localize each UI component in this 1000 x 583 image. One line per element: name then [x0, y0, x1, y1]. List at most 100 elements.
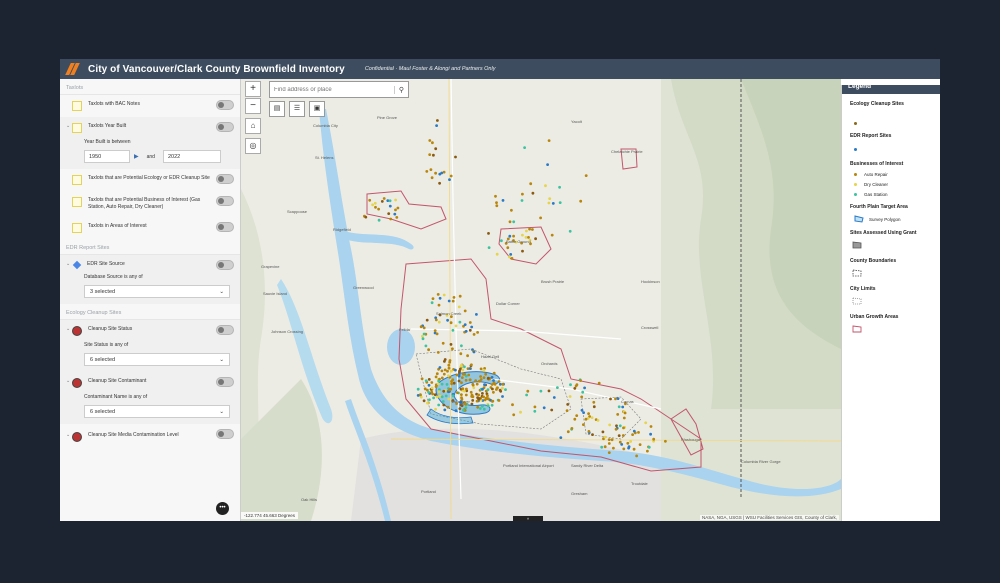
site-marker[interactable]	[486, 376, 490, 380]
site-marker[interactable]	[422, 332, 426, 336]
site-marker[interactable]	[506, 246, 510, 250]
site-marker[interactable]	[603, 445, 607, 449]
site-marker[interactable]	[454, 324, 458, 328]
site-marker[interactable]	[463, 365, 466, 369]
site-marker[interactable]	[449, 321, 453, 325]
site-marker[interactable]	[374, 205, 377, 209]
site-marker[interactable]	[587, 430, 591, 433]
site-marker[interactable]	[377, 218, 381, 222]
site-marker[interactable]	[623, 411, 627, 415]
site-marker[interactable]	[435, 372, 439, 376]
site-marker[interactable]	[435, 332, 439, 336]
site-marker[interactable]	[592, 405, 596, 409]
site-marker[interactable]	[487, 246, 491, 250]
areas-interest-toggle[interactable]	[216, 222, 234, 232]
site-marker[interactable]	[622, 447, 626, 451]
site-marker[interactable]	[558, 185, 561, 189]
site-marker[interactable]	[464, 329, 468, 333]
site-marker[interactable]	[617, 434, 621, 437]
site-marker[interactable]	[432, 153, 435, 157]
site-marker[interactable]	[591, 433, 594, 436]
zoom-out-button[interactable]: −	[245, 98, 261, 114]
site-marker[interactable]	[470, 325, 474, 329]
site-marker[interactable]	[456, 391, 459, 394]
site-marker[interactable]	[434, 375, 438, 379]
site-marker[interactable]	[435, 395, 439, 399]
cleanup-contaminant-toggle[interactable]	[216, 377, 234, 387]
site-marker[interactable]	[519, 410, 522, 414]
site-marker[interactable]	[451, 328, 455, 332]
site-marker[interactable]	[622, 426, 625, 430]
site-marker[interactable]	[597, 381, 601, 385]
site-marker[interactable]	[556, 386, 559, 389]
site-marker[interactable]	[472, 333, 476, 336]
site-marker[interactable]	[437, 390, 441, 394]
site-marker[interactable]	[463, 389, 466, 393]
site-marker[interactable]	[495, 204, 499, 208]
site-marker[interactable]	[479, 375, 482, 378]
site-marker[interactable]	[637, 431, 640, 434]
site-marker[interactable]	[486, 404, 490, 408]
site-marker[interactable]	[607, 438, 611, 441]
site-marker[interactable]	[476, 331, 479, 334]
site-marker[interactable]	[475, 382, 479, 386]
site-marker[interactable]	[432, 396, 435, 400]
site-marker[interactable]	[427, 378, 431, 381]
site-marker[interactable]	[440, 369, 444, 373]
site-marker[interactable]	[424, 344, 428, 348]
site-marker[interactable]	[615, 424, 618, 428]
site-marker[interactable]	[500, 239, 503, 243]
site-marker[interactable]	[470, 402, 474, 406]
site-marker[interactable]	[424, 379, 428, 383]
site-marker[interactable]	[457, 379, 461, 383]
site-marker[interactable]	[569, 383, 572, 387]
zoom-in-button[interactable]: +	[245, 81, 261, 97]
site-marker[interactable]	[510, 257, 514, 260]
site-marker[interactable]	[573, 387, 577, 390]
site-marker[interactable]	[482, 369, 486, 372]
site-marker[interactable]	[568, 395, 572, 398]
site-marker[interactable]	[428, 153, 432, 156]
site-marker[interactable]	[525, 229, 528, 233]
site-marker[interactable]	[460, 393, 463, 396]
site-marker[interactable]	[497, 399, 501, 402]
site-marker[interactable]	[442, 293, 446, 297]
site-marker[interactable]	[364, 215, 368, 219]
site-marker[interactable]	[482, 407, 486, 411]
site-marker[interactable]	[487, 232, 490, 235]
site-marker[interactable]	[368, 198, 372, 202]
site-marker[interactable]	[371, 203, 374, 207]
locate-button[interactable]: ◎	[245, 138, 261, 154]
site-marker[interactable]	[583, 386, 586, 390]
site-marker[interactable]	[542, 406, 546, 410]
site-marker[interactable]	[477, 393, 481, 397]
site-marker[interactable]	[629, 440, 632, 443]
site-marker[interactable]	[508, 234, 512, 238]
play-icon[interactable]: ▶	[134, 153, 139, 160]
site-marker[interactable]	[592, 400, 596, 404]
site-marker[interactable]	[521, 192, 524, 196]
search-input[interactable]	[270, 82, 394, 97]
site-marker[interactable]	[470, 363, 473, 367]
site-marker[interactable]	[621, 434, 625, 437]
site-marker[interactable]	[430, 386, 434, 390]
site-marker[interactable]	[607, 451, 611, 454]
site-marker[interactable]	[510, 208, 513, 212]
site-marker[interactable]	[460, 381, 463, 384]
search-icon[interactable]: ⚲	[394, 85, 408, 94]
site-marker[interactable]	[508, 255, 511, 259]
bottom-panel-toggle[interactable]: ˄	[513, 516, 543, 521]
site-marker[interactable]	[471, 383, 475, 387]
site-marker[interactable]	[440, 382, 444, 386]
site-marker[interactable]	[430, 176, 434, 180]
site-marker[interactable]	[565, 409, 569, 412]
potential-ecology-toggle[interactable]	[216, 174, 234, 184]
site-marker[interactable]	[430, 301, 434, 305]
site-marker[interactable]	[491, 387, 494, 391]
site-marker[interactable]	[452, 381, 456, 385]
site-marker[interactable]	[618, 424, 622, 428]
site-marker[interactable]	[396, 206, 400, 210]
site-marker[interactable]	[495, 388, 498, 391]
site-marker[interactable]	[531, 191, 535, 195]
site-marker[interactable]	[646, 449, 649, 453]
